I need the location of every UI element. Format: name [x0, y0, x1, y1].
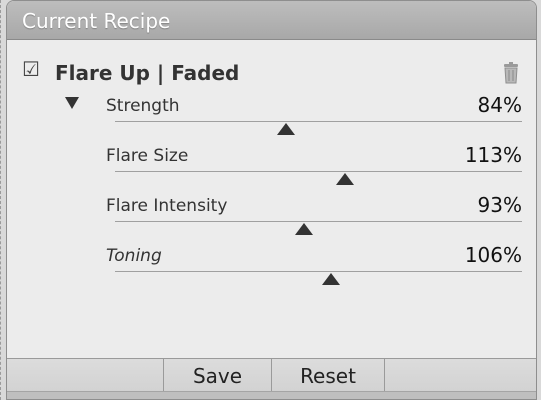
- param-value-strength: 84%: [477, 93, 522, 117]
- panel-header: Current Recipe: [7, 1, 536, 40]
- slider-handle[interactable]: [335, 173, 354, 185]
- param-label-toning: Toning: [106, 246, 162, 266]
- slider-flare-intensity[interactable]: [115, 221, 522, 243]
- current-recipe-panel: Current Recipe ☑ Flare Up | Faded Streng…: [6, 0, 537, 400]
- slider-track: [115, 271, 522, 272]
- param-label-flare-intensity: Flare Intensity: [106, 196, 228, 216]
- footer-empty-cell: [384, 359, 536, 391]
- footer-strip: [7, 391, 536, 399]
- recipe-checkbox[interactable]: ☑: [22, 59, 42, 79]
- reset-button[interactable]: Reset: [271, 359, 384, 391]
- param-value-flare-size: 113%: [464, 143, 522, 167]
- panel-title: Current Recipe: [22, 9, 171, 33]
- slider-strength[interactable]: [115, 121, 522, 143]
- trash-icon[interactable]: [501, 62, 521, 84]
- param-label-flare-size: Flare Size: [106, 146, 189, 166]
- param-value-flare-intensity: 93%: [477, 193, 522, 217]
- param-value-toning: 106%: [464, 243, 522, 267]
- slider-toning[interactable]: [115, 271, 522, 293]
- slider-handle[interactable]: [295, 223, 314, 235]
- slider-flare-size[interactable]: [115, 171, 522, 193]
- slider-track: [115, 221, 522, 222]
- disclosure-triangle-icon[interactable]: [65, 97, 79, 109]
- left-edge-line: [0, 0, 3, 400]
- recipe-name: Flare Up | Faded: [55, 61, 240, 85]
- panel-footer: Save Reset: [7, 358, 536, 399]
- slider-track: [115, 121, 522, 122]
- param-label-strength: Strength: [106, 96, 180, 116]
- slider-handle[interactable]: [321, 273, 340, 285]
- save-button[interactable]: Save: [163, 359, 271, 391]
- slider-track: [115, 171, 522, 172]
- slider-handle[interactable]: [276, 123, 295, 135]
